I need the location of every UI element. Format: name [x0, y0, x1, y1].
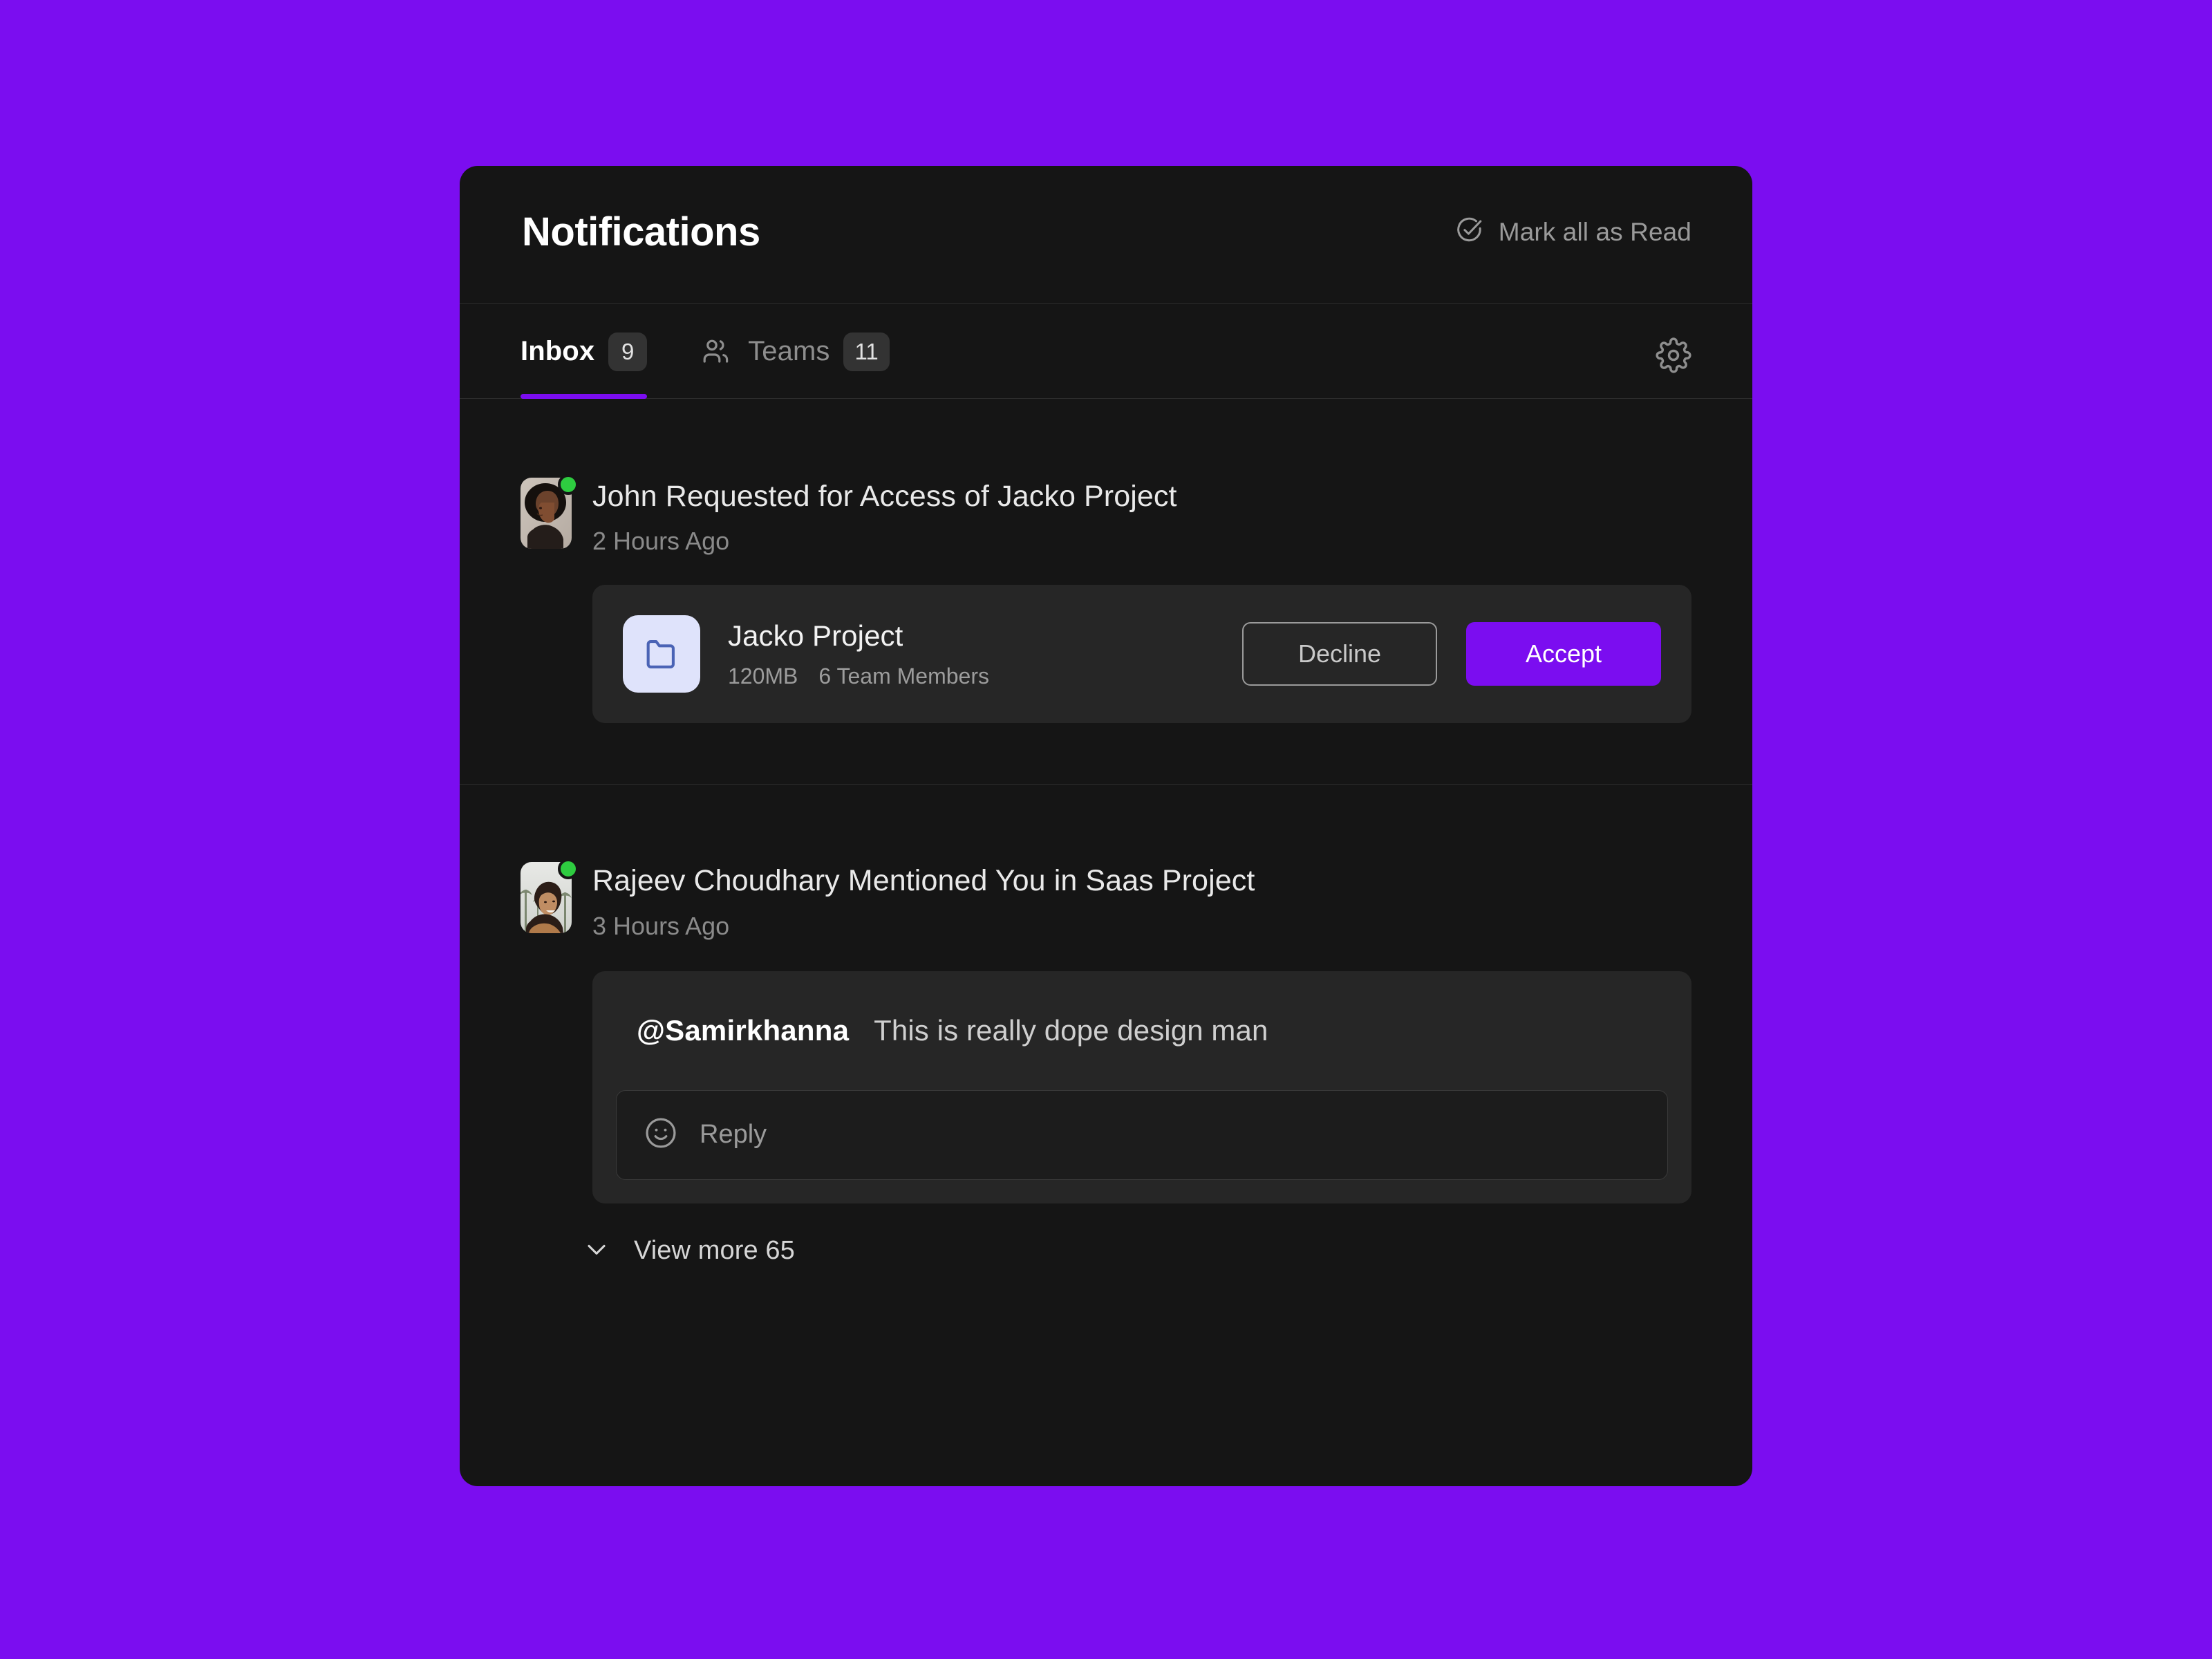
notifications-panel: Notifications Mark all as Read Inbox 9 T… [460, 166, 1752, 1486]
mark-all-as-read-label: Mark all as Read [1498, 217, 1691, 246]
notification-header: Rajeev Choudhary Mentioned You in Saas P… [521, 859, 1691, 940]
tab-inbox[interactable]: Inbox 9 [521, 304, 648, 399]
chevron-down-icon [581, 1234, 612, 1268]
view-more-label: View more 65 [634, 1235, 795, 1265]
project-size: 120MB [728, 663, 798, 688]
tab-inbox-badge: 9 [608, 332, 648, 371]
mention-card: @Samirkhanna This is really dope design … [592, 971, 1691, 1203]
gear-icon [1656, 337, 1691, 376]
users-icon [700, 335, 733, 368]
tab-teams[interactable]: Teams 11 [700, 304, 890, 399]
tab-list: Inbox 9 Teams 11 [521, 304, 890, 399]
project-info: Jacko Project 120MB 6 Team Members [728, 619, 989, 689]
panel-header: Notifications Mark all as Read [460, 166, 1752, 304]
project-name: Jacko Project [728, 619, 903, 652]
notification-text: Rajeev Choudhary Mentioned You in Saas P… [592, 862, 1255, 940]
status-online-indicator [558, 859, 579, 880]
view-more-button[interactable]: View more 65 [581, 1234, 1691, 1282]
settings-button[interactable] [1656, 337, 1691, 373]
page-title: Notifications [522, 209, 760, 254]
tab-inbox-label: Inbox [521, 336, 595, 366]
tab-teams-label: Teams [748, 336, 830, 366]
check-circle-icon [1454, 216, 1483, 248]
reply-placeholder: Reply [700, 1120, 767, 1150]
avatar-wrapper [521, 859, 579, 934]
notification-title: John Requested for Access of Jacko Proje… [592, 480, 1177, 513]
decline-button[interactable]: Decline [1242, 622, 1437, 686]
status-online-indicator [558, 474, 579, 495]
mention-handle[interactable]: @Samirkhanna [637, 1014, 849, 1047]
mention-message: This is really dope design man [874, 1013, 1268, 1047]
notification-timestamp: 3 Hours Ago [592, 911, 730, 940]
notification-timestamp: 2 Hours Ago [592, 527, 730, 556]
mention-line: @Samirkhanna This is really dope design … [616, 1014, 1668, 1047]
folder-icon [641, 632, 682, 676]
tab-active-indicator [521, 394, 648, 399]
tab-teams-badge: 11 [843, 332, 890, 371]
notification-item[interactable]: Rajeev Choudhary Mentioned You in Saas P… [460, 784, 1752, 1309]
notification-header: John Requested for Access of Jacko Proje… [521, 474, 1691, 556]
folder-icon-tile [623, 615, 700, 693]
accept-button[interactable]: Accept [1466, 622, 1661, 686]
avatar-wrapper [521, 474, 579, 549]
smiley-icon[interactable] [643, 1115, 679, 1154]
tabs-bar: Inbox 9 Teams 11 [460, 304, 1752, 399]
reply-input[interactable]: Reply [616, 1089, 1668, 1180]
project-meta: 120MB 6 Team Members [728, 664, 989, 689]
notification-title: Rajeev Choudhary Mentioned You in Saas P… [592, 864, 1255, 898]
project-request-card: Jacko Project 120MB 6 Team Members Decli… [592, 585, 1691, 724]
project-members: 6 Team Members [818, 663, 989, 688]
app-background: Notifications Mark all as Read Inbox 9 T… [0, 0, 2212, 1659]
notification-text: John Requested for Access of Jacko Proje… [592, 478, 1177, 556]
project-card-actions: Decline Accept [1242, 622, 1661, 686]
notification-item[interactable]: John Requested for Access of Jacko Proje… [460, 399, 1752, 784]
mark-all-as-read-button[interactable]: Mark all as Read [1454, 216, 1691, 248]
